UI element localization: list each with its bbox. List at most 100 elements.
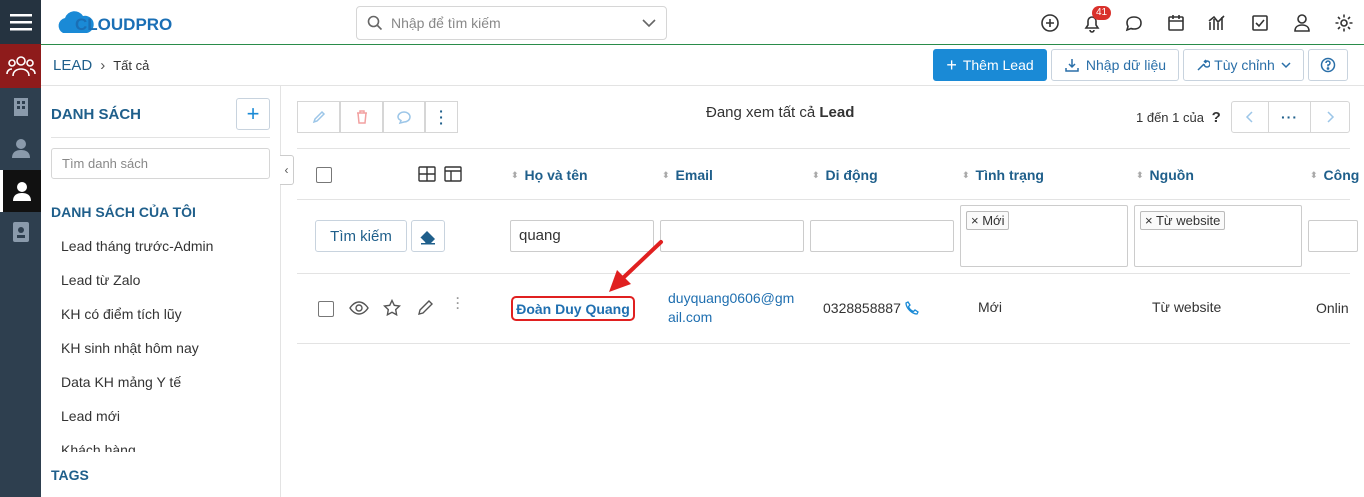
row-checkbox[interactable] bbox=[318, 301, 334, 317]
list-search-input[interactable]: Tìm danh sách bbox=[51, 148, 270, 179]
help-icon[interactable]: ? bbox=[1212, 109, 1221, 126]
source-filter-tag[interactable]: × Từ website bbox=[1140, 211, 1226, 230]
list-item[interactable]: Lead tháng trước-Admin bbox=[61, 238, 213, 254]
search-button[interactable]: Tìm kiếm bbox=[315, 220, 407, 252]
column-label: Email bbox=[675, 167, 713, 183]
menu-icon[interactable] bbox=[0, 0, 41, 44]
customize-button[interactable]: Tùy chỉnh bbox=[1183, 49, 1304, 81]
status-filter-tag[interactable]: × Mới bbox=[966, 211, 1010, 230]
source-tag-label: Từ website bbox=[1155, 213, 1221, 228]
list-sidebar: DANH SÁCH + Tìm danh sách DANH SÁCH CỦA … bbox=[41, 86, 281, 497]
wrench-icon bbox=[1197, 59, 1211, 71]
add-lead-button[interactable]: + Thêm Lead bbox=[933, 49, 1047, 81]
rail-contacts-group-icon[interactable] bbox=[0, 44, 41, 88]
column-label: Nguồn bbox=[1149, 167, 1194, 183]
viewing-prefix: Đang xem tất cả bbox=[706, 104, 816, 121]
pagination-info: 1 đến 1 của ? bbox=[1136, 109, 1221, 126]
list-item[interactable]: KH có điểm tích lũy bbox=[61, 306, 182, 322]
download-icon bbox=[1065, 59, 1079, 72]
search-icon bbox=[367, 15, 383, 31]
clear-filter-button[interactable] bbox=[411, 220, 445, 252]
column-header-status[interactable]: ⬍ Tình trạng bbox=[962, 167, 1044, 183]
chart-icon[interactable] bbox=[1207, 13, 1227, 33]
add-circle-icon[interactable] bbox=[1040, 13, 1060, 33]
column-header-name[interactable]: ⬍ Họ và tên bbox=[511, 167, 588, 183]
column-header-mobile[interactable]: ⬍ Di động bbox=[812, 167, 878, 183]
pagination-text: 1 đến 1 của bbox=[1136, 110, 1204, 125]
add-list-button[interactable]: + bbox=[236, 98, 270, 130]
list-item[interactable]: KH sinh nhật hôm nay bbox=[61, 340, 199, 356]
columns-icon[interactable] bbox=[444, 165, 462, 183]
top-bar: CLOUDPRO Nhập để tìm kiếm 41 bbox=[41, 0, 1364, 45]
chevron-down-icon bbox=[1281, 62, 1291, 69]
eye-icon[interactable] bbox=[349, 300, 369, 316]
table-header: ⬍ Họ và tên ⬍ Email ⬍ Di động ⬍ Tình trạng ⬍… bbox=[297, 148, 1359, 200]
grid-icon[interactable] bbox=[418, 165, 436, 183]
email-line: ail.com bbox=[668, 309, 713, 325]
svg-text:CLOUDPRO: CLOUDPRO bbox=[75, 15, 172, 34]
page-jump-button[interactable]: ··· bbox=[1268, 101, 1311, 133]
company-filter-input[interactable] bbox=[1308, 220, 1358, 252]
column-header-company[interactable]: ⬍ Công bbox=[1310, 167, 1359, 183]
email-link[interactable]: duyquang0606@gm ail.com bbox=[668, 289, 794, 327]
tags-title: TAGS bbox=[51, 467, 89, 483]
email-line: duyquang0606@gm bbox=[668, 290, 795, 306]
edit-toolbar-button[interactable] bbox=[297, 101, 340, 133]
help-button[interactable] bbox=[1308, 49, 1348, 81]
prev-page-button[interactable] bbox=[1231, 101, 1269, 133]
import-button[interactable]: Nhập dữ liệu bbox=[1051, 49, 1179, 81]
status-filter-select[interactable]: × Mới bbox=[960, 205, 1128, 267]
column-label: Di động bbox=[825, 167, 878, 183]
table-row[interactable]: · · · Đoàn Duy Quang duyquang0606@gm ail.c… bbox=[297, 274, 1350, 344]
pencil-icon bbox=[312, 110, 325, 124]
phone-icon[interactable] bbox=[905, 301, 919, 315]
list-item[interactable]: Data KH mảng Y tế bbox=[61, 374, 181, 390]
global-search-input[interactable]: Nhập để tìm kiếm bbox=[356, 6, 667, 40]
chevron-right-icon: › bbox=[100, 57, 106, 74]
rail-contact-icon[interactable] bbox=[0, 128, 41, 168]
delete-toolbar-button[interactable] bbox=[340, 101, 383, 133]
calendar-icon[interactable] bbox=[1166, 13, 1186, 33]
lead-name-link[interactable]: Đoàn Duy Quang bbox=[511, 296, 635, 321]
select-all-checkbox[interactable] bbox=[316, 167, 332, 183]
viewing-module: Lead bbox=[819, 104, 855, 121]
list-title: DANH SÁCH bbox=[51, 106, 141, 123]
left-rail bbox=[0, 0, 41, 497]
more-toolbar-button[interactable]: · · · bbox=[425, 101, 458, 133]
column-header-email[interactable]: ⬍ Email bbox=[662, 167, 713, 183]
chevron-down-icon[interactable] bbox=[642, 18, 656, 28]
rail-lead-icon[interactable] bbox=[0, 170, 41, 212]
notification-badge: 41 bbox=[1092, 6, 1112, 20]
pencil-icon[interactable] bbox=[416, 299, 434, 317]
search-placeholder: Nhập để tìm kiếm bbox=[391, 15, 501, 31]
chat-icon[interactable] bbox=[1124, 13, 1144, 33]
mobile-cell: 0328858887 bbox=[823, 300, 919, 316]
list-item[interactable]: Khách hàng bbox=[61, 442, 136, 452]
cloudpro-logo[interactable]: CLOUDPRO bbox=[57, 9, 177, 37]
source-filter-select[interactable]: × Từ website bbox=[1134, 205, 1302, 267]
breadcrumb-module[interactable]: LEAD bbox=[53, 57, 92, 74]
list-item[interactable]: Lead từ Zalo bbox=[61, 272, 140, 288]
task-check-icon[interactable] bbox=[1250, 13, 1270, 33]
mobile-filter-input[interactable] bbox=[810, 220, 954, 252]
list-item[interactable]: Lead mới bbox=[61, 408, 120, 424]
comment-toolbar-button[interactable] bbox=[383, 101, 425, 133]
email-filter-input[interactable] bbox=[660, 220, 804, 252]
status-tag-label: Mới bbox=[982, 213, 1005, 228]
next-page-button[interactable] bbox=[1310, 101, 1350, 133]
more-vertical-icon: · · · bbox=[439, 103, 444, 131]
list-view: · · · Đang xem tất cả Lead 1 đến 1 của ? ·… bbox=[281, 86, 1364, 497]
rail-building-icon[interactable] bbox=[0, 88, 41, 126]
gear-icon[interactable] bbox=[1334, 13, 1354, 33]
more-vertical-icon[interactable]: · · · bbox=[456, 292, 460, 314]
breadcrumb-current: Tất cả bbox=[113, 58, 150, 73]
star-icon[interactable] bbox=[383, 299, 401, 317]
column-header-source[interactable]: ⬍ Nguồn bbox=[1136, 167, 1194, 183]
trash-icon bbox=[356, 110, 367, 124]
chevron-left-icon bbox=[1245, 111, 1253, 123]
column-label: Công bbox=[1323, 167, 1360, 183]
user-icon[interactable] bbox=[1292, 13, 1312, 33]
column-label: Họ và tên bbox=[524, 167, 588, 183]
company-cell: Onlin bbox=[1316, 300, 1349, 316]
rail-badge-icon[interactable] bbox=[0, 214, 41, 250]
